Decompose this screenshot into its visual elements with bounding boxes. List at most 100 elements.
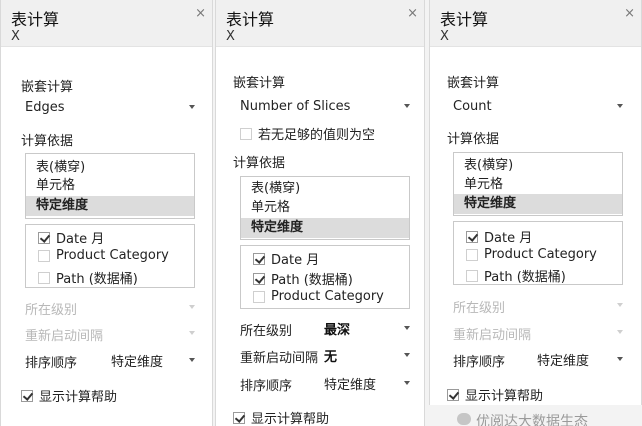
checkbox[interactable] [38, 249, 50, 262]
checkbox[interactable] [253, 272, 265, 285]
chevron-down-icon [404, 353, 410, 357]
nested-calc-label: 嵌套计算 [233, 76, 286, 91]
nested-calc-label: 嵌套计算 [447, 76, 500, 91]
show-calc-help-toggle[interactable]: 显示计算帮助 [21, 386, 117, 405]
restart-every-label: 重新启动间隔 [25, 329, 104, 344]
checkbox[interactable] [466, 269, 478, 282]
dimension-label: Product Category [56, 248, 169, 263]
show-calc-help-toggle[interactable]: 显示计算帮助 [447, 385, 543, 404]
chevron-down-icon [189, 305, 195, 309]
sort-order-dropdown[interactable]: 特定维度 [111, 350, 197, 370]
chevron-down-icon [617, 303, 623, 307]
dimension-row-product-category[interactable]: Product Category [253, 289, 384, 304]
compute-by-label: 计算依据 [233, 156, 286, 171]
level-value: 最深 [324, 322, 351, 338]
compute-by-listbox: 表(横穿) 单元格 特定维度 [25, 153, 195, 219]
panel-title: 表计算 [11, 10, 60, 29]
screenshot-canvas: 表计算 X × 嵌套计算 Edges 计算依据 表(横穿) 单元格 特定维度 D… [0, 0, 642, 426]
nested-calc-dropdown[interactable]: Edges [25, 97, 197, 117]
level-label: 所在级别 [240, 324, 293, 339]
dimension-row-path[interactable]: Path (数据桶) [253, 269, 353, 288]
dimension-label: Date 月 [56, 232, 105, 247]
empty-if-insufficient-toggle[interactable]: 若无足够的值则为空 [240, 124, 375, 143]
checkbox[interactable] [253, 252, 265, 265]
chevron-down-icon [404, 326, 410, 330]
compute-by-option-specific-dimensions[interactable]: 特定维度 [26, 196, 194, 216]
compute-by-option-specific-dimensions[interactable]: 特定维度 [454, 194, 622, 214]
level-dropdown[interactable] [537, 295, 625, 315]
sort-order-dropdown[interactable]: 特定维度 [537, 349, 625, 369]
table-calc-panel-number-of-slices: 表计算 X × 嵌套计算 Number of Slices 若无足够的值则为空 … [215, 0, 425, 426]
dimension-row-path[interactable]: Path (数据桶) [38, 268, 138, 287]
close-button[interactable]: × [407, 7, 418, 20]
dimension-row-path[interactable]: Path (数据桶) [466, 266, 566, 285]
checkbox[interactable] [447, 388, 459, 401]
dimension-label: Product Category [484, 247, 597, 262]
dimension-row-date[interactable]: Date 月 [38, 228, 104, 247]
show-calc-help-label: 显示计算帮助 [465, 389, 544, 404]
compute-by-listbox: 表(横穿) 单元格 特定维度 [240, 176, 410, 240]
show-calc-help-label: 显示计算帮助 [251, 412, 330, 426]
checkbox[interactable] [466, 230, 478, 243]
dimension-label: Path (数据桶) [484, 270, 566, 285]
sort-order-label: 排序顺序 [25, 356, 78, 371]
dimension-row-product-category[interactable]: Product Category [38, 248, 169, 263]
dimension-label: Path (数据桶) [56, 272, 138, 287]
chevron-down-icon [617, 357, 623, 361]
checkbox[interactable] [240, 127, 252, 140]
compute-by-option-table-across[interactable]: 表(横穿) [241, 179, 409, 199]
nested-calc-label: 嵌套计算 [21, 80, 74, 95]
compute-by-option-table-across[interactable]: 表(横穿) [454, 156, 622, 176]
compute-by-label: 计算依据 [447, 132, 500, 147]
checkbox[interactable] [233, 411, 245, 424]
chevron-down-icon [617, 104, 623, 108]
panel-title: 表计算 [226, 10, 275, 29]
dimension-label: Path (数据桶) [271, 273, 353, 288]
checkbox[interactable] [38, 231, 50, 244]
level-dropdown[interactable]: 最深 [324, 318, 412, 338]
sort-order-value: 特定维度 [537, 353, 590, 369]
nested-calc-value: Count [453, 98, 492, 114]
chevron-down-icon [189, 331, 195, 335]
nested-calc-dropdown[interactable]: Number of Slices [240, 96, 412, 116]
sort-order-dropdown[interactable]: 特定维度 [324, 373, 412, 393]
checkbox[interactable] [38, 271, 50, 284]
sort-order-value: 特定维度 [111, 354, 164, 370]
panel-header: 表计算 X × [216, 0, 424, 47]
dimension-label: Product Category [271, 289, 384, 304]
close-button[interactable]: × [624, 7, 635, 20]
watermark-text: 优阅达大数据生态 [476, 414, 588, 426]
chevron-down-icon [404, 104, 410, 108]
nested-calc-value: Number of Slices [240, 98, 351, 114]
chevron-down-icon [189, 358, 195, 362]
chevron-down-icon [617, 330, 623, 334]
restart-every-dropdown[interactable] [111, 323, 197, 343]
dimension-label: Date 月 [484, 231, 533, 246]
empty-if-insufficient-label: 若无足够的值则为空 [258, 128, 376, 143]
panel-subtitle: X [440, 29, 449, 44]
restart-every-dropdown[interactable] [537, 322, 625, 342]
sort-order-label: 排序顺序 [453, 355, 506, 370]
restart-every-dropdown[interactable]: 无 [324, 345, 412, 365]
level-label: 所在级别 [453, 301, 506, 316]
dimension-row-date[interactable]: Date 月 [253, 249, 319, 268]
compute-by-option-specific-dimensions[interactable]: 特定维度 [241, 218, 409, 238]
compute-by-option-cell[interactable]: 单元格 [241, 198, 409, 218]
chevron-down-icon [404, 381, 410, 385]
nested-calc-dropdown[interactable]: Count [453, 96, 625, 116]
restart-every-value: 无 [324, 349, 338, 365]
dimension-row-product-category[interactable]: Product Category [466, 247, 597, 262]
close-button[interactable]: × [195, 7, 206, 20]
dimension-checklist: Date 月 Product Category Path (数据桶) [453, 221, 623, 285]
compute-by-option-table-across[interactable]: 表(横穿) [26, 158, 194, 178]
show-calc-help-toggle[interactable]: 显示计算帮助 [233, 408, 329, 426]
sort-order-value: 特定维度 [324, 377, 377, 393]
checkbox[interactable] [253, 290, 265, 303]
checkbox[interactable] [466, 248, 478, 261]
checkbox[interactable] [21, 389, 33, 402]
dimension-row-date[interactable]: Date 月 [466, 227, 532, 246]
level-dropdown[interactable] [111, 297, 197, 317]
compute-by-option-cell[interactable]: 单元格 [26, 176, 194, 196]
compute-by-option-cell[interactable]: 单元格 [454, 175, 622, 195]
chevron-down-icon [189, 105, 195, 109]
